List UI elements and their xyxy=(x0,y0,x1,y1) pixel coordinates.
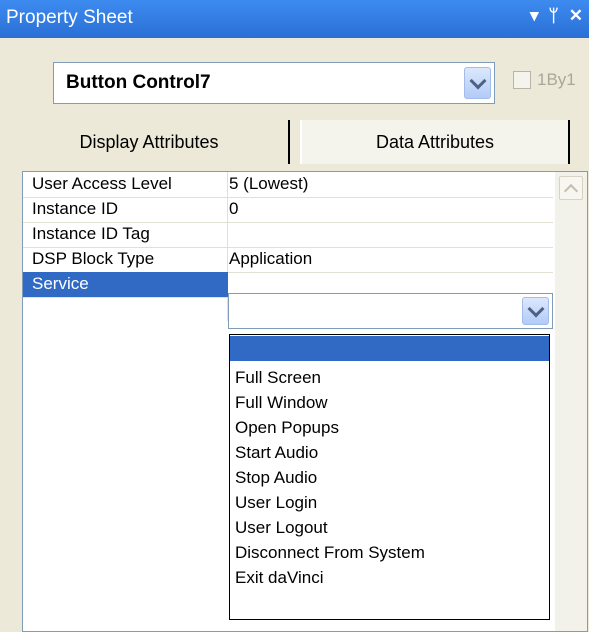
object-selector-value: Button Control7 xyxy=(66,72,211,93)
property-value[interactable]: 5 (Lowest) xyxy=(229,174,308,194)
service-dropdown-button[interactable] xyxy=(522,297,549,325)
onebyone-label: 1By1 xyxy=(537,70,576,89)
service-select[interactable] xyxy=(228,293,553,329)
attribute-tabs: Display Attributes Data Attributes xyxy=(10,120,580,164)
dropdown-option-blank[interactable] xyxy=(230,336,549,361)
property-name: Instance ID Tag xyxy=(32,224,150,243)
tab-data-attributes[interactable]: Data Attributes xyxy=(300,120,570,164)
object-selector-dropdown-button[interactable] xyxy=(464,67,491,99)
property-value[interactable]: 0 xyxy=(229,199,238,219)
property-name: Instance ID xyxy=(32,199,118,218)
title-bar-controls: ▾ ᛘ ✕ xyxy=(530,6,583,26)
tab-display-attributes[interactable]: Display Attributes xyxy=(10,120,290,164)
dropdown-option-full-window[interactable]: Full Window xyxy=(230,390,549,415)
property-name: DSP Block Type xyxy=(32,249,155,268)
close-icon[interactable]: ✕ xyxy=(569,6,583,26)
window-title: Property Sheet xyxy=(6,7,133,28)
property-name: Service xyxy=(32,274,89,293)
onebyone-option[interactable]: 1By1 xyxy=(513,70,576,90)
vertical-scrollbar[interactable] xyxy=(555,172,587,631)
property-value[interactable]: Application xyxy=(229,249,312,269)
dropdown-option-exit-davinci[interactable]: Exit daVinci xyxy=(230,565,549,590)
dropdown-option-full-screen[interactable]: Full Screen xyxy=(230,365,549,390)
dropdown-option-user-login[interactable]: User Login xyxy=(230,490,549,515)
property-row-instance-id[interactable]: Instance ID 0 xyxy=(23,197,553,223)
object-selector-combo[interactable]: Button Control7 xyxy=(53,62,495,104)
scroll-up-button[interactable] xyxy=(559,176,583,200)
title-bar: Property Sheet ▾ ᛘ ✕ xyxy=(0,0,589,38)
property-row-dsp-block-type[interactable]: DSP Block Type Application xyxy=(23,247,553,273)
dropdown-option-open-popups[interactable]: Open Popups xyxy=(230,415,549,440)
dropdown-option-stop-audio[interactable]: Stop Audio xyxy=(230,465,549,490)
chevron-up-icon xyxy=(563,183,579,198)
dropdown-option-start-audio[interactable]: Start Audio xyxy=(230,440,549,465)
onebyone-checkbox[interactable] xyxy=(513,71,531,89)
service-dropdown-list: Full Screen Full Window Open Popups Star… xyxy=(229,334,550,620)
property-row-instance-id-tag[interactable]: Instance ID Tag xyxy=(23,222,553,248)
dropdown-option-disconnect-from-system[interactable]: Disconnect From System xyxy=(230,540,549,565)
property-row-service[interactable]: Service xyxy=(23,272,228,298)
menu-dropdown-icon[interactable]: ▾ xyxy=(530,6,539,26)
pin-icon[interactable]: ᛘ xyxy=(549,6,559,26)
property-name: User Access Level xyxy=(32,174,172,193)
chevron-down-icon xyxy=(469,72,486,89)
property-row-user-access-level[interactable]: User Access Level 5 (Lowest) xyxy=(23,172,553,198)
dropdown-option-user-logout[interactable]: User Logout xyxy=(230,515,549,540)
chevron-down-icon xyxy=(527,300,544,317)
